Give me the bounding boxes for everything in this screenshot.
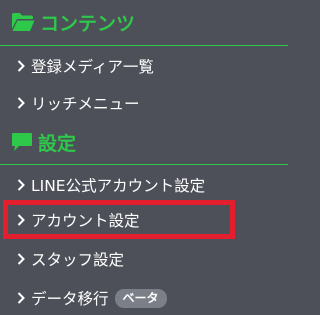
- section-title: 設定: [38, 132, 77, 155]
- chevron-right-icon: [14, 97, 28, 109]
- menu-item-label: 登録メディア一覧: [31, 58, 154, 76]
- beta-badge: ベータ: [114, 288, 167, 308]
- menu-item-line-official-account-settings[interactable]: LINE公式アカウント設定: [0, 166, 288, 204]
- menu-item-data-migration[interactable]: データ移行 ベータ: [0, 279, 288, 315]
- sidebar-menu: コンテンツ 登録メディア一覧 リッチメニュー 設定 LINE公式アカウント設定: [0, 0, 288, 315]
- section-header-contents[interactable]: コンテンツ: [0, 4, 288, 40]
- menu-item-staff-settings[interactable]: スタッフ設定: [0, 240, 288, 278]
- section-header-settings[interactable]: 設定: [0, 124, 288, 160]
- section-divider: [0, 164, 288, 165]
- folder-open-icon: [11, 12, 35, 32]
- speech-bubble-icon: [11, 132, 33, 152]
- section-title: コンテンツ: [40, 12, 136, 35]
- menu-item-registered-media[interactable]: 登録メディア一覧: [0, 47, 288, 85]
- section-divider: [0, 45, 288, 46]
- menu-item-label: スタッフ設定: [31, 251, 125, 269]
- chevron-right-icon: [14, 60, 28, 72]
- chevron-right-icon: [14, 253, 28, 265]
- menu-item-rich-menu[interactable]: リッチメニュー: [0, 84, 288, 122]
- menu-item-label: データ移行: [31, 290, 109, 308]
- menu-item-account-settings[interactable]: アカウント設定: [0, 201, 288, 239]
- chevron-right-icon: [14, 214, 28, 226]
- chevron-right-icon: [14, 292, 28, 304]
- menu-item-label: LINE公式アカウント設定: [31, 177, 206, 195]
- chevron-right-icon: [14, 179, 28, 191]
- menu-item-label: アカウント設定: [31, 212, 140, 230]
- menu-item-label: リッチメニュー: [31, 95, 140, 113]
